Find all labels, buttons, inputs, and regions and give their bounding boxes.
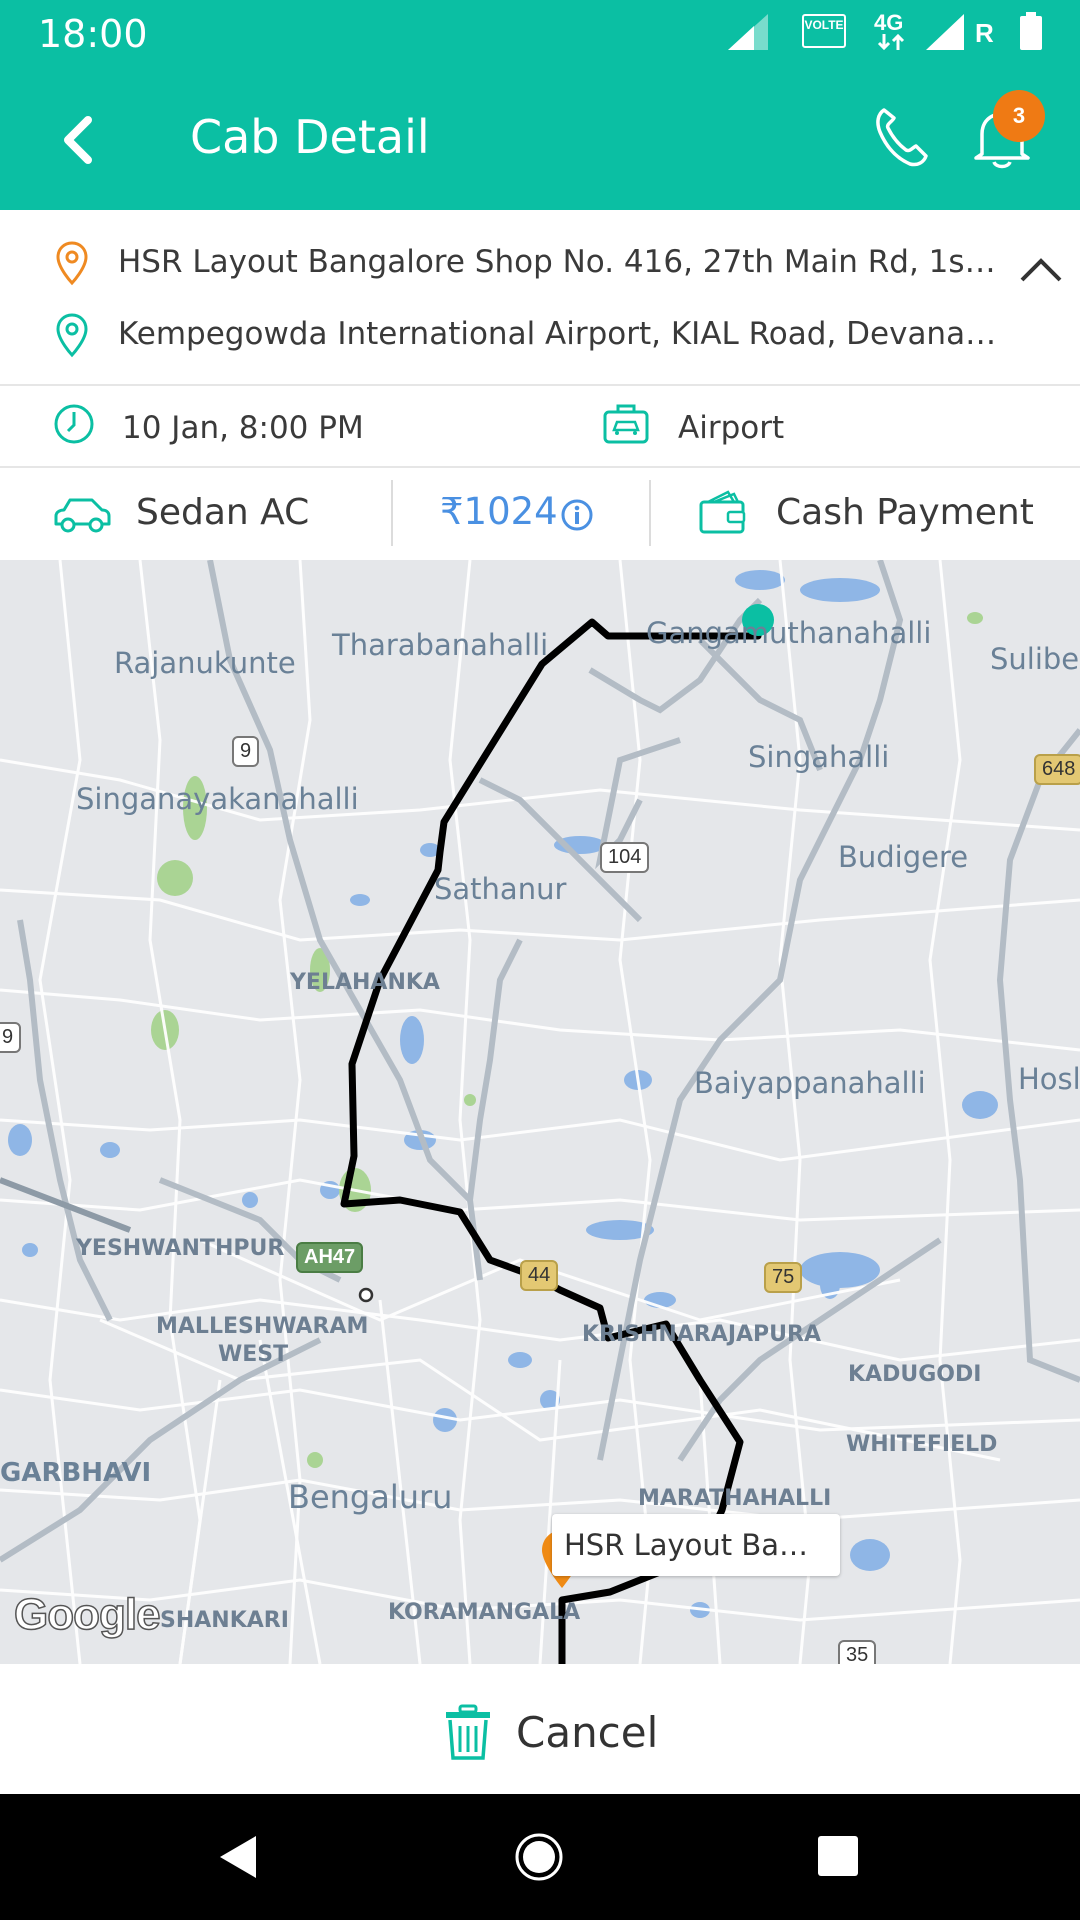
collapse-chevron-icon[interactable] [1016, 250, 1066, 290]
destination-info-window[interactable]: HSR Layout Ba… [552, 1514, 840, 1576]
car-icon [54, 498, 111, 533]
signal-icon [728, 14, 768, 50]
notification-badge: 3 [993, 90, 1045, 142]
nav-home-icon[interactable] [514, 1832, 564, 1882]
place-label: Sulibel [990, 642, 1080, 676]
place-label: KRISHNARAJAPURA [582, 1322, 822, 1347]
drop-pin-icon [56, 313, 88, 358]
roaming-indicator: R [975, 18, 994, 48]
payment-method: Cash Payment [776, 492, 1034, 533]
app-header: Cab Detail 3 [0, 64, 1080, 210]
place-label: KORAMANGALA [388, 1600, 581, 1625]
place-label: Rajanukunte [114, 646, 296, 680]
divider [649, 480, 651, 546]
trip-type: Airport [678, 410, 785, 446]
place-label: Baiyappanahalli [694, 1066, 926, 1100]
cancel-bar: Cancel [0, 1664, 1080, 1794]
divider [391, 480, 393, 546]
drop-row: Kempegowda International Airport, KIAL R… [0, 302, 1080, 372]
place-label: WHITEFIELD [846, 1432, 998, 1457]
data-arrows-icon [877, 34, 905, 50]
pickup-address: HSR Layout Bangalore Shop No. 416, 27th … [118, 244, 998, 280]
place-label: Tharabanahalli [332, 628, 549, 662]
place-label: Sathanur [434, 872, 567, 906]
place-label: Singahalli [748, 740, 890, 774]
cancel-label: Cancel [516, 1707, 659, 1757]
highway-shield: AH47 [296, 1242, 364, 1273]
volte-label: VOLTE [804, 18, 844, 32]
drop-address: Kempegowda International Airport, KIAL R… [118, 316, 998, 352]
place-label: SHANKARI [160, 1608, 289, 1633]
route-map[interactable]: Rajanukunte Tharabanahalli Gangamuthanah… [0, 560, 1080, 1664]
highway-shield: 648 [1034, 754, 1080, 785]
highway-shield: 35 [838, 1640, 877, 1664]
highway-shield: 75 [764, 1262, 803, 1293]
highway-shield: 9 [0, 1022, 22, 1053]
status-time: 18:00 [38, 12, 148, 56]
place-label: Singanayakanahalli [76, 782, 359, 816]
currency-symbol: ₹ [440, 490, 464, 533]
battery-icon [1020, 12, 1042, 50]
fare-amount: ₹1024 [440, 490, 558, 533]
cancel-button[interactable]: Cancel [444, 1702, 658, 1762]
taxi-icon [603, 404, 649, 444]
network-type: 4G [874, 10, 904, 35]
status-bar: 18:00 VOLTE 4G R [0, 0, 1080, 64]
place-label: WEST [218, 1342, 289, 1367]
back-icon[interactable] [50, 110, 110, 170]
place-label: Bengaluru [288, 1478, 453, 1516]
info-icon[interactable] [560, 498, 594, 532]
place-label: YELAHANKA [290, 970, 440, 995]
place-label: MALLESHWARAM [156, 1314, 369, 1339]
google-logo: Google [13, 1589, 161, 1640]
phone-icon[interactable] [870, 104, 930, 168]
pickup-row: HSR Layout Bangalore Shop No. 416, 27th … [0, 230, 1080, 300]
trip-info-row: 10 Jan, 8:00 PM Airport [0, 386, 1080, 468]
system-nav-bar [0, 1794, 1080, 1920]
highway-shield: 9 [232, 736, 260, 767]
nav-recents-icon[interactable] [818, 1836, 858, 1876]
highway-shield: 104 [600, 842, 650, 873]
nav-back-icon[interactable] [216, 1834, 260, 1880]
cab-info-row: Sedan AC ₹1024 Cash Payment [0, 468, 1080, 562]
page-title: Cab Detail [190, 110, 430, 164]
fare-value: 1024 [463, 490, 558, 533]
place-label: Hosl [1018, 1062, 1080, 1096]
cab-type: Sedan AC [136, 492, 310, 533]
place-label: Gangamuthanahalli [646, 616, 932, 650]
trash-icon [446, 1704, 490, 1760]
signal-strength-icon [926, 14, 964, 50]
highway-shield: 44 [520, 1260, 559, 1291]
place-label: YESHWANTHPUR [76, 1236, 285, 1261]
address-card: HSR Layout Bangalore Shop No. 416, 27th … [0, 210, 1080, 386]
wallet-icon [699, 490, 746, 534]
clock-icon [54, 404, 94, 444]
map-canvas [0, 560, 1080, 1664]
pickup-pin-icon [56, 241, 88, 286]
place-label: Budigere [838, 840, 969, 874]
volte-icon: VOLTE [802, 14, 846, 48]
trip-datetime: 10 Jan, 8:00 PM [122, 410, 364, 446]
place-label: MARATHAHALLI [638, 1486, 832, 1511]
place-label: KADUGODI [848, 1362, 982, 1387]
place-label: GARBHAVI [0, 1458, 152, 1488]
